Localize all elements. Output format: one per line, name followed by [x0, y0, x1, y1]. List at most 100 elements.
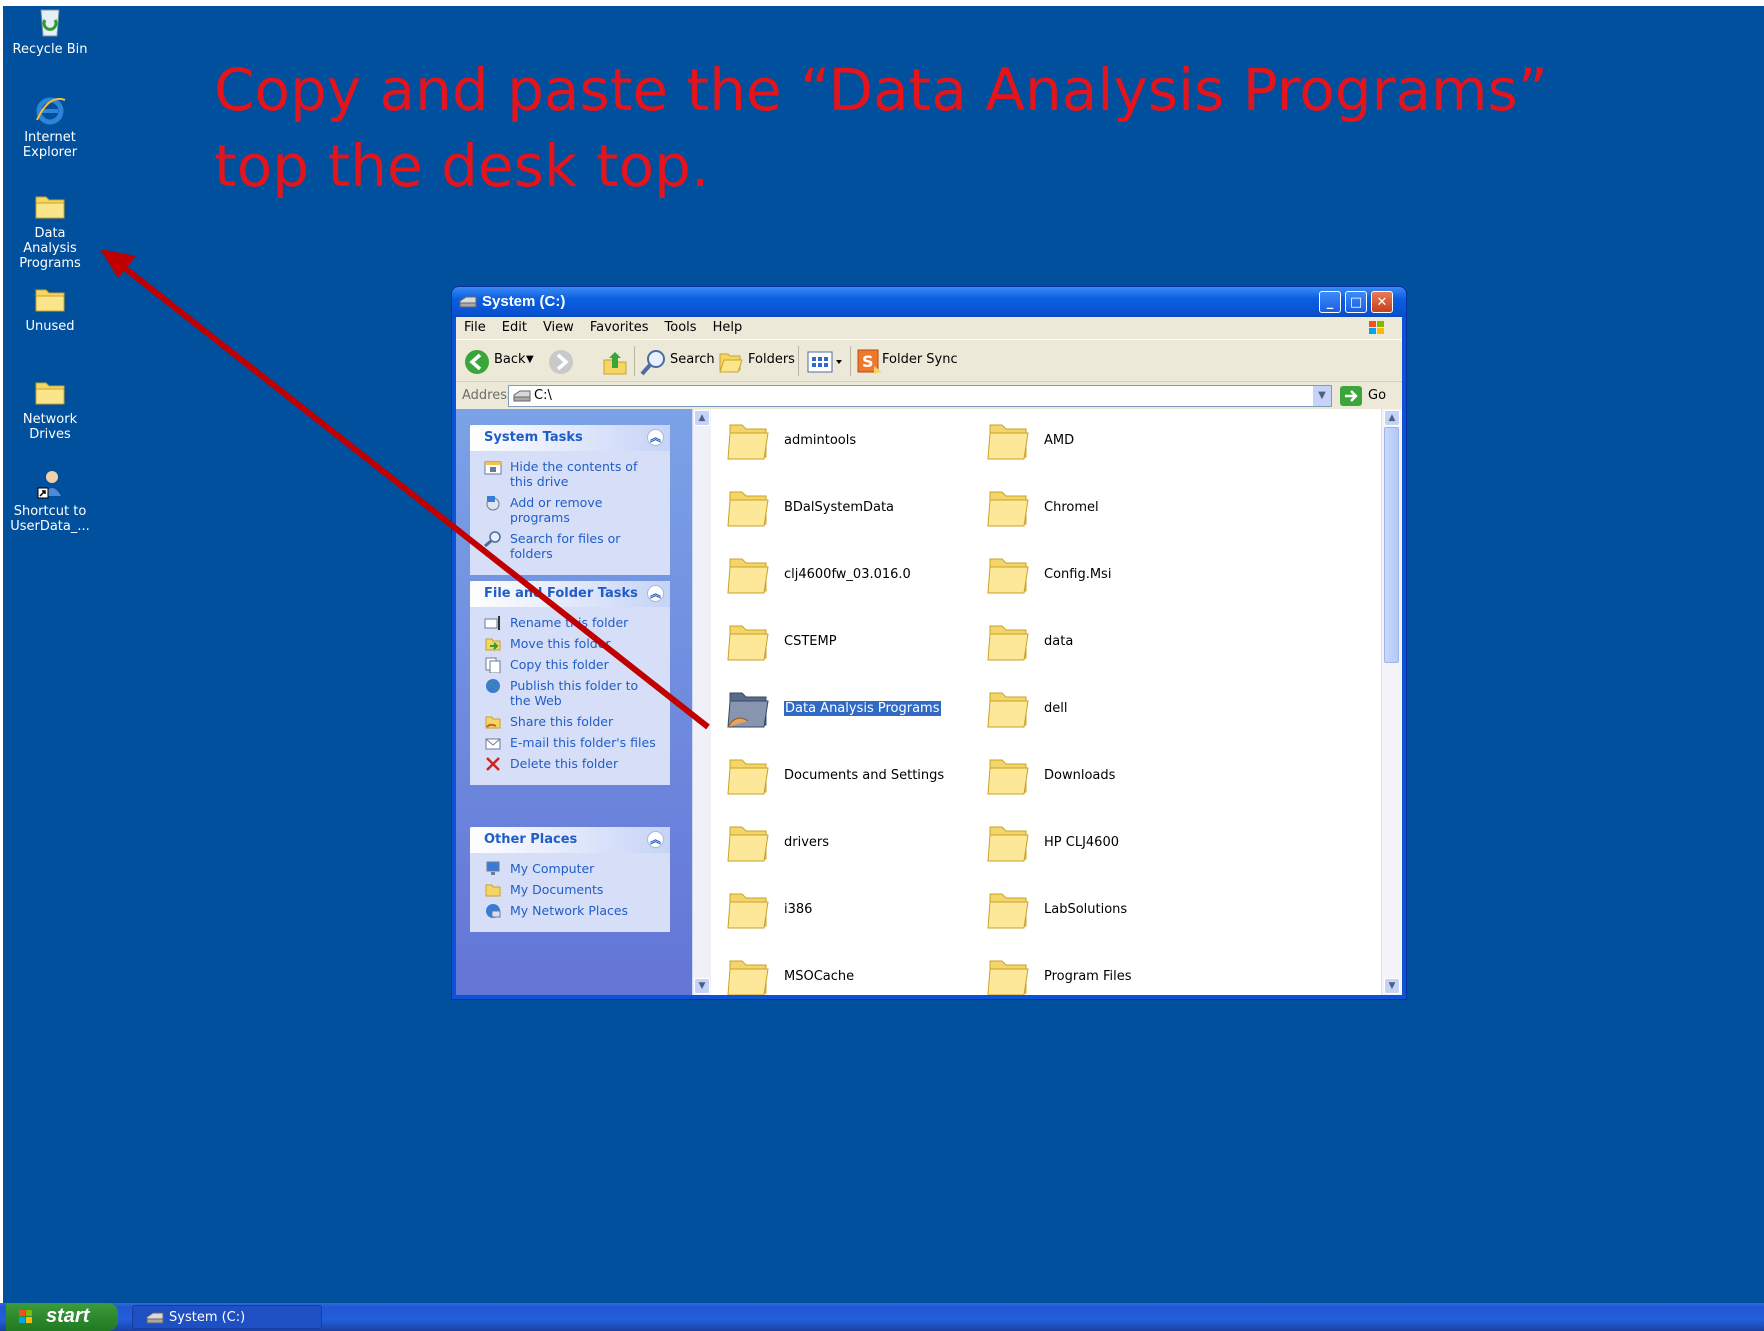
folder-icon — [987, 491, 1029, 527]
file-item[interactable]: CSTEMP — [724, 614, 974, 670]
desktop-icon-network-drives[interactable]: Network Drives — [4, 376, 96, 442]
menu-edit[interactable]: Edit — [494, 317, 535, 335]
folder-sync-icon[interactable]: S — [856, 348, 884, 376]
search-icon[interactable] — [640, 348, 668, 376]
my-documents-icon — [485, 884, 501, 897]
address-input[interactable]: C:\ ▼ — [508, 385, 1332, 407]
move-icon — [485, 638, 501, 651]
folder-icon — [987, 826, 1029, 862]
file-item[interactable]: drivers — [724, 815, 974, 871]
up-folder-icon[interactable] — [602, 348, 628, 376]
folder-icon — [727, 960, 769, 995]
task-hide-contents[interactable]: Hide the contents of this drive — [484, 459, 660, 489]
task-delete-folder[interactable]: Delete this folder — [484, 756, 660, 771]
desktop-icon-internet-explorer[interactable]: Internet Explorer — [4, 94, 96, 160]
task-copy-folder[interactable]: Copy this folder — [484, 657, 660, 673]
scroll-up-icon[interactable]: ▲ — [1384, 410, 1400, 426]
explorer-window[interactable]: System (C:) _ □ ✕ File Edit View Favorites T… — [452, 287, 1406, 999]
task-email-files[interactable]: E-mail this folder's files — [484, 735, 660, 750]
taskbar-item-system-c[interactable]: System (C:) — [132, 1305, 322, 1329]
go-button[interactable]: Go — [1368, 388, 1386, 403]
file-item[interactable]: HP CLJ4600 — [984, 815, 1234, 871]
close-button[interactable]: ✕ — [1371, 291, 1393, 313]
file-item[interactable]: AMD — [984, 413, 1234, 469]
menu-file[interactable]: File — [456, 317, 494, 335]
file-item[interactable]: Chromel — [984, 480, 1234, 536]
menu-tools[interactable]: Tools — [657, 317, 705, 335]
folder-icon — [727, 491, 769, 527]
panel-header[interactable]: System Tasks ︽ — [470, 425, 670, 451]
collapse-chevron-icon[interactable]: ︽ — [647, 831, 664, 848]
task-move-folder[interactable]: Move this folder — [484, 636, 660, 651]
folders-icon[interactable] — [718, 350, 744, 374]
file-item[interactable]: Downloads — [984, 748, 1234, 804]
file-item[interactable]: dell — [984, 681, 1234, 737]
desktop-icon-shortcut-userdata[interactable]: Shortcut to UserData_... — [4, 468, 96, 534]
place-my-documents[interactable]: My Documents — [484, 882, 660, 897]
desktop-icon-recycle-bin[interactable]: Recycle Bin — [4, 6, 96, 57]
file-list: admintools AMD BDalSystemData Chromel clj460… — [710, 409, 1382, 995]
views-icon[interactable] — [806, 350, 846, 374]
file-item[interactable]: admintools — [724, 413, 974, 469]
address-dropdown-icon[interactable]: ▼ — [1312, 386, 1331, 406]
file-item[interactable]: LabSolutions — [984, 882, 1234, 938]
maximize-button[interactable]: □ — [1345, 291, 1367, 313]
file-item[interactable]: Config.Msi — [984, 547, 1234, 603]
folders-button[interactable]: Folders — [748, 352, 795, 367]
back-button[interactable]: Back — [494, 352, 526, 367]
folder-icon — [727, 625, 769, 661]
back-dropdown-icon[interactable]: ▼ — [526, 354, 534, 365]
panel-header[interactable]: Other Places ︽ — [470, 827, 670, 853]
taskbar-item-label: System (C:) — [169, 1310, 246, 1325]
my-computer-icon — [486, 861, 500, 875]
file-name: MSOCache — [784, 969, 855, 984]
task-add-remove-programs[interactable]: Add or remove programs — [484, 495, 660, 525]
file-item[interactable]: clj4600fw_03.016.0 — [724, 547, 974, 603]
task-share-folder[interactable]: Share this folder — [484, 714, 660, 729]
menu-view[interactable]: View — [535, 317, 582, 335]
back-arrow-icon[interactable] — [464, 349, 490, 375]
folder-icon — [35, 382, 65, 405]
file-name: clj4600fw_03.016.0 — [784, 567, 911, 582]
minimize-button[interactable]: _ — [1319, 291, 1341, 313]
windows-flag-icon — [19, 1310, 32, 1323]
task-rename-folder[interactable]: Rename this folder — [484, 615, 660, 630]
file-item[interactable]: i386 — [724, 882, 974, 938]
place-my-network-places[interactable]: My Network Places — [484, 903, 660, 918]
menu-favorites[interactable]: Favorites — [582, 317, 657, 335]
collapse-chevron-icon[interactable]: ︽ — [647, 585, 664, 602]
file-item[interactable]: BDalSystemData — [724, 480, 974, 536]
folder-sync-button[interactable]: Folder Sync — [882, 352, 958, 367]
task-search-files[interactable]: Search for files or folders — [484, 531, 660, 561]
title-bar[interactable]: System (C:) _ □ ✕ — [452, 287, 1406, 317]
go-arrow-icon[interactable] — [1340, 386, 1362, 406]
file-item[interactable]: Documents and Settings — [724, 748, 974, 804]
scroll-up-icon[interactable]: ▲ — [694, 410, 710, 426]
desktop-icon-data-analysis-programs[interactable]: Data Analysis Programs — [4, 190, 96, 271]
file-item[interactable]: Program Files — [984, 949, 1234, 995]
forward-arrow-icon[interactable] — [548, 349, 574, 375]
collapse-chevron-icon[interactable]: ︽ — [647, 429, 664, 446]
place-my-computer[interactable]: My Computer — [484, 861, 660, 876]
folder-icon — [727, 826, 769, 862]
panel-title: File and Folder Tasks — [484, 586, 638, 601]
scroll-down-icon[interactable]: ▼ — [1384, 978, 1400, 994]
search-button[interactable]: Search — [670, 352, 715, 367]
file-name: BDalSystemData — [784, 500, 895, 515]
task-publish-folder[interactable]: Publish this folder to the Web — [484, 678, 660, 708]
file-item[interactable]: MSOCache — [724, 949, 974, 995]
file-item[interactable]: Data Analysis Programs — [724, 681, 974, 737]
file-list-scrollbar[interactable]: ▲ ▼ — [1381, 409, 1402, 995]
desktop-icon-unused[interactable]: Unused — [4, 283, 96, 334]
folder-icon — [727, 424, 769, 460]
folder-icon — [987, 759, 1029, 795]
start-button[interactable]: start — [6, 1303, 118, 1331]
task-pane-scrollbar[interactable]: ▲ ▼ — [692, 409, 711, 995]
panel-header[interactable]: File and Folder Tasks ︽ — [470, 581, 670, 607]
scrollbar-thumb[interactable] — [1384, 427, 1399, 663]
toolbar: Back ▼ Search Folders S Folder Sync — [456, 339, 1402, 382]
file-item[interactable]: data — [984, 614, 1234, 670]
menu-help[interactable]: Help — [705, 317, 751, 335]
scroll-down-icon[interactable]: ▼ — [694, 978, 710, 994]
file-name: Chromel — [1044, 500, 1099, 515]
